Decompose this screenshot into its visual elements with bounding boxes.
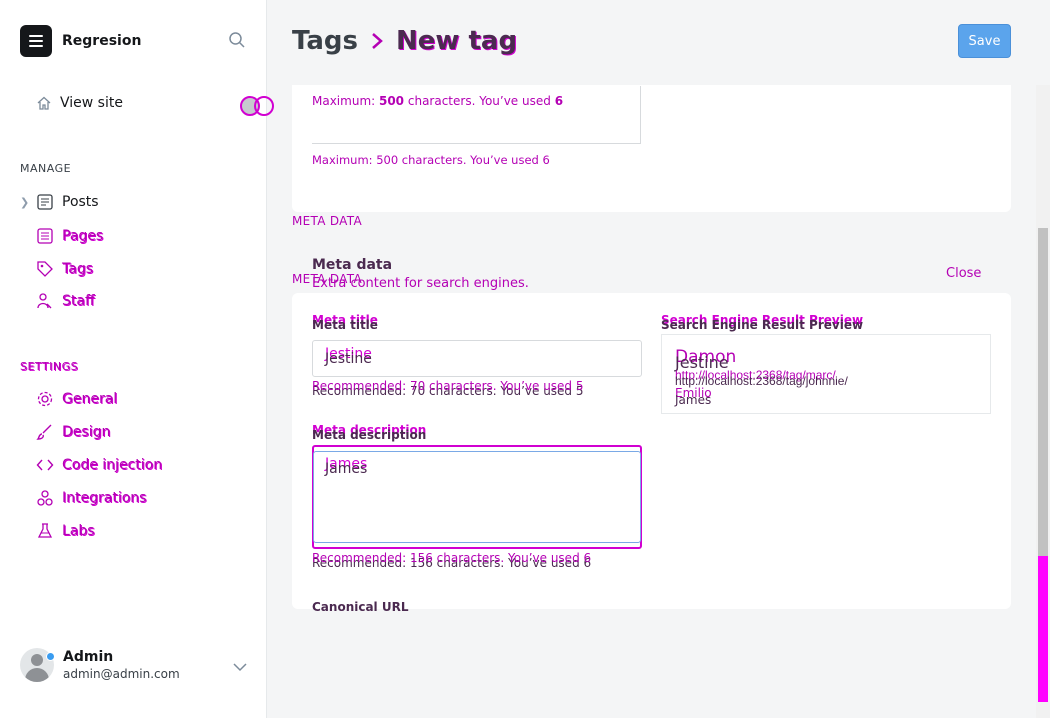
description-textarea[interactable] xyxy=(312,86,641,144)
pages-icon xyxy=(37,228,53,244)
sidebar-item-posts[interactable]: ❯ Posts xyxy=(20,193,99,211)
preview-label: Search Engine Result Preview xyxy=(661,318,864,332)
user-email: admin@admin.com xyxy=(63,667,180,681)
sidebar-item-label: Code injection xyxy=(62,457,163,473)
chevron-right-icon[interactable]: ❯ xyxy=(20,196,34,209)
meta-data-subtitle: Extra content for search engines. xyxy=(312,276,529,291)
sidebar-item-staff[interactable]: Staff xyxy=(20,292,95,310)
brand-name: Regresion xyxy=(62,33,142,49)
sidebar-item-tags[interactable]: Tags xyxy=(20,260,93,278)
meta-title-value: Jestine xyxy=(325,351,372,367)
sidebar-item-code-injection[interactable]: Code injection xyxy=(20,456,162,474)
sidebar-item-label: Labs xyxy=(62,523,95,539)
theme-toggle[interactable] xyxy=(238,94,276,118)
meta-description-hint-ghost: Recommended: 156 characters. You’ve used… xyxy=(312,551,592,565)
sidebar-item-label: Pages xyxy=(62,228,104,244)
page-title: New tag xyxy=(396,26,518,56)
meta-title-label: Meta title xyxy=(312,318,378,332)
gear-icon xyxy=(37,391,53,407)
meta-description-label: Meta description xyxy=(312,428,427,442)
flask-icon xyxy=(37,523,53,538)
breadcrumb-parent[interactable]: Tags xyxy=(292,26,358,56)
sidebar-item-label: Posts xyxy=(62,194,99,210)
meta-data-title: Meta data xyxy=(312,257,393,273)
meta-description-value: James xyxy=(325,461,368,477)
toggle-knob-ghost xyxy=(254,96,274,116)
sidebar-item-label: Integrations xyxy=(62,490,147,506)
staff-icon xyxy=(37,293,52,309)
close-button[interactable]: Close xyxy=(946,266,981,281)
preview-description: James xyxy=(675,393,712,407)
sidebar-item-labs[interactable]: Labs xyxy=(20,522,95,540)
scrollbar-thumb[interactable] xyxy=(1038,228,1048,556)
save-button[interactable]: Save xyxy=(958,24,1011,58)
posts-icon xyxy=(37,194,53,210)
code-icon xyxy=(36,459,54,471)
breadcrumb: Tags New tag xyxy=(292,26,517,56)
sidebar: Regresion View site MANAGE ❯ Posts Pages… xyxy=(0,0,274,718)
sidebar-item-label: Design xyxy=(62,424,111,440)
settings-section-label: SETTINGS xyxy=(20,360,79,373)
meta-title-hint-ghost: Recommended: 70 characters. You’ve used … xyxy=(312,379,584,393)
brush-icon xyxy=(36,424,52,440)
user-name: Admin xyxy=(63,649,114,665)
sidebar-item-pages[interactable]: Pages xyxy=(20,227,103,245)
integrations-icon xyxy=(37,490,53,506)
canonical-url-label: Canonical URL xyxy=(312,600,409,614)
sidebar-item-label: Tags xyxy=(62,261,93,277)
tag-icon xyxy=(37,261,53,277)
chevron-right-icon xyxy=(372,33,383,49)
manage-section-label: MANAGE xyxy=(20,162,72,175)
sidebar-item-integrations[interactable]: Integrations xyxy=(20,489,146,507)
sidebar-item-label: General xyxy=(62,391,118,407)
meta-data-section-caps: META DATA xyxy=(292,214,362,228)
sidebar-item-design[interactable]: Design xyxy=(20,423,110,441)
sidebar-item-label: Staff xyxy=(62,293,95,309)
online-status-dot xyxy=(46,652,55,661)
view-site-label: View site xyxy=(60,95,123,111)
brand-logo-icon xyxy=(20,25,52,57)
description-hint-ghost: Maximum: 500 characters. You’ve used 6 xyxy=(312,153,550,167)
user-menu[interactable]: Admin admin@admin.com xyxy=(20,648,180,682)
home-icon xyxy=(37,96,51,110)
view-site-link[interactable]: View site xyxy=(36,95,123,111)
search-icon[interactable] xyxy=(228,31,246,49)
chevron-down-icon[interactable] xyxy=(233,662,247,672)
sidebar-item-general[interactable]: General xyxy=(20,390,117,408)
scrollbar-thumb-ghost xyxy=(1038,556,1048,702)
brand[interactable]: Regresion xyxy=(20,25,141,57)
